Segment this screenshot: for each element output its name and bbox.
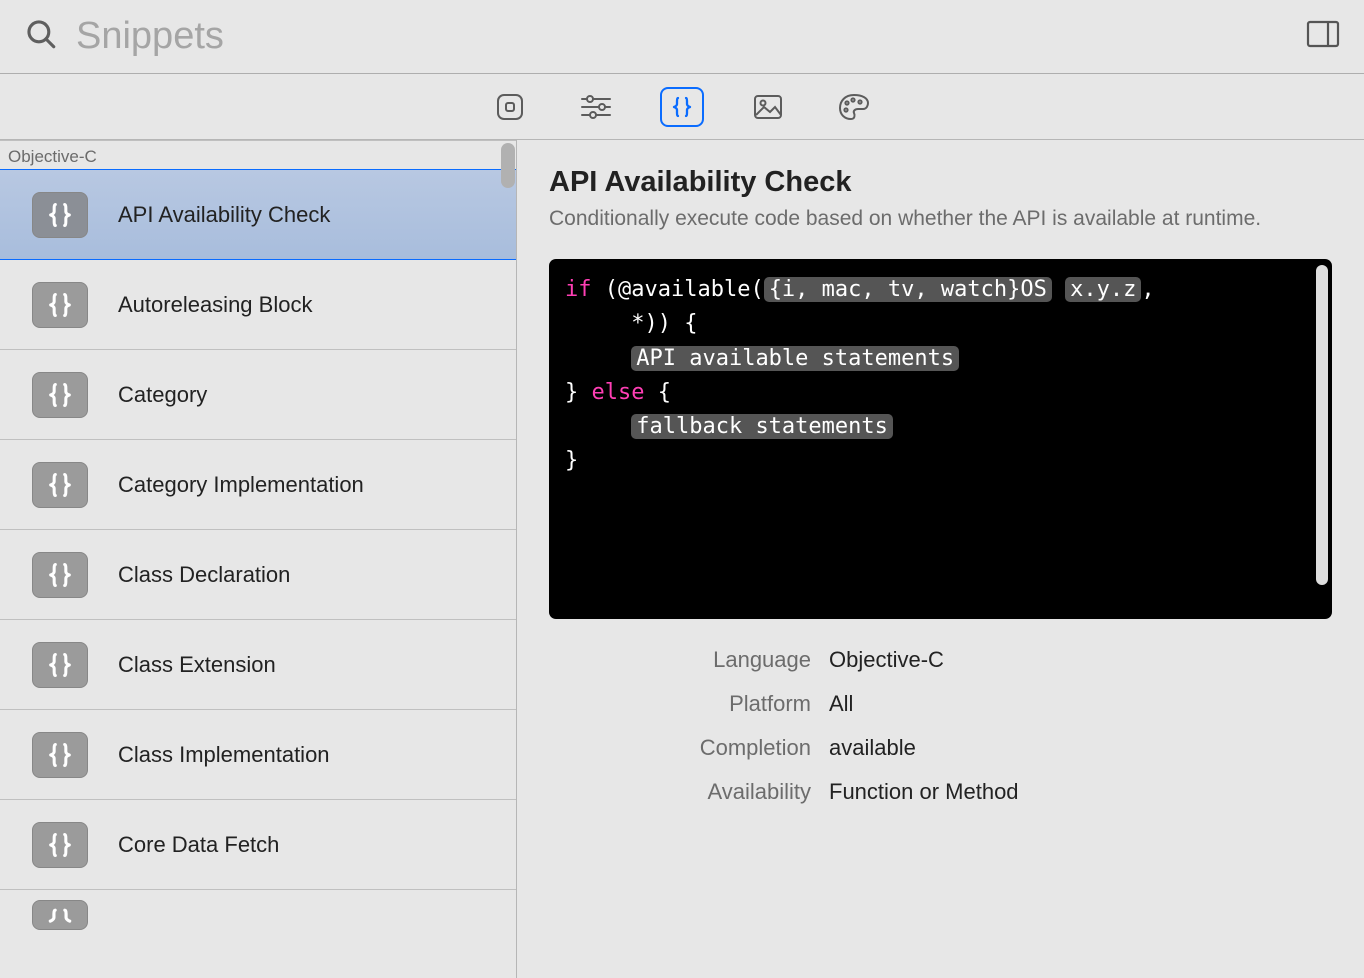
toggle-detail-panel-button[interactable]	[1306, 20, 1340, 53]
detail-metadata: Language Objective-C Platform All Comple…	[549, 647, 1332, 805]
search-icon	[24, 17, 58, 56]
meta-value-completion: available	[829, 735, 1332, 761]
code-text	[565, 346, 631, 371]
snippet-item-label: Class Implementation	[118, 742, 330, 768]
media-library-button[interactable]	[746, 87, 790, 127]
search-input[interactable]	[76, 15, 1290, 58]
code-text	[1052, 277, 1065, 302]
snippet-item-core-data-fetch[interactable]: Core Data Fetch	[0, 800, 516, 890]
meta-label-language: Language	[549, 647, 829, 673]
section-header-objective-c: Objective-C	[0, 140, 516, 170]
code-preview[interactable]: if (@available({i, mac, tv, watch}OS x.y…	[549, 259, 1332, 619]
snippet-item-label: Class Declaration	[118, 562, 290, 588]
meta-value-language: Objective-C	[829, 647, 1332, 673]
code-keyword-else: else	[592, 380, 645, 405]
library-body: Objective-C API Availability Check	[0, 140, 1364, 978]
snippet-icon	[32, 192, 88, 238]
snippet-item-label: API Availability Check	[118, 202, 330, 228]
snippet-item-category-implementation[interactable]: Category Implementation	[0, 440, 516, 530]
snippet-icon	[32, 282, 88, 328]
code-scrollbar-thumb[interactable]	[1316, 265, 1328, 585]
snippets-library-button[interactable]	[660, 87, 704, 127]
meta-label-availability: Availability	[549, 779, 829, 805]
code-keyword-if: if	[565, 277, 592, 302]
detail-title: API Availability Check	[549, 166, 1332, 199]
snippet-icon	[32, 732, 88, 778]
snippet-item-label: Category	[118, 382, 207, 408]
snippet-icon	[32, 462, 88, 508]
code-text	[565, 414, 631, 439]
snippet-icon	[32, 822, 88, 868]
code-text: {	[644, 380, 671, 405]
snippet-item-class-implementation[interactable]: Class Implementation	[0, 710, 516, 800]
snippet-item-class-declaration[interactable]: Class Declaration	[0, 530, 516, 620]
snippet-icon	[32, 642, 88, 688]
code-text: }	[565, 448, 578, 473]
snippet-item-api-availability-check[interactable]: API Availability Check	[0, 170, 516, 260]
snippet-item-label: Autoreleasing Block	[118, 292, 312, 318]
modifiers-library-button[interactable]	[574, 87, 618, 127]
detail-description: Conditionally execute code based on whet…	[549, 205, 1332, 233]
color-library-button[interactable]	[832, 87, 876, 127]
views-library-button[interactable]	[488, 87, 532, 127]
snippet-list-sidebar: Objective-C API Availability Check	[0, 140, 517, 978]
meta-value-platform: All	[829, 691, 1332, 717]
searchbar	[0, 0, 1364, 74]
snippet-item-category[interactable]: Category	[0, 350, 516, 440]
code-token-platforms[interactable]: {i, mac, tv, watch}OS	[764, 277, 1052, 302]
code-token-version[interactable]: x.y.z	[1065, 277, 1141, 302]
library-toolbar	[0, 74, 1364, 140]
code-token-available-statements[interactable]: API available statements	[631, 346, 959, 371]
snippet-item-label: Core Data Fetch	[118, 832, 279, 858]
snippets-library-window: Objective-C API Availability Check	[0, 0, 1364, 978]
snippet-item-label: Category Implementation	[118, 472, 364, 498]
meta-label-platform: Platform	[549, 691, 829, 717]
meta-label-completion: Completion	[549, 735, 829, 761]
snippet-icon	[32, 552, 88, 598]
snippet-list[interactable]: API Availability Check Autoreleasing Blo…	[0, 170, 516, 978]
snippet-icon	[32, 900, 88, 930]
snippet-item-class-extension[interactable]: Class Extension	[0, 620, 516, 710]
snippet-item-partial[interactable]	[0, 890, 516, 940]
snippet-item-label: Class Extension	[118, 652, 276, 678]
meta-value-availability: Function or Method	[829, 779, 1332, 805]
snippet-detail-pane: API Availability Check Conditionally exe…	[517, 140, 1364, 978]
snippet-item-autoreleasing-block[interactable]: Autoreleasing Block	[0, 260, 516, 350]
code-text: (@available(	[592, 277, 764, 302]
code-token-fallback-statements[interactable]: fallback statements	[631, 414, 893, 439]
snippet-icon	[32, 372, 88, 418]
code-text: }	[565, 380, 592, 405]
sidebar-scrollbar-thumb[interactable]	[501, 143, 515, 188]
